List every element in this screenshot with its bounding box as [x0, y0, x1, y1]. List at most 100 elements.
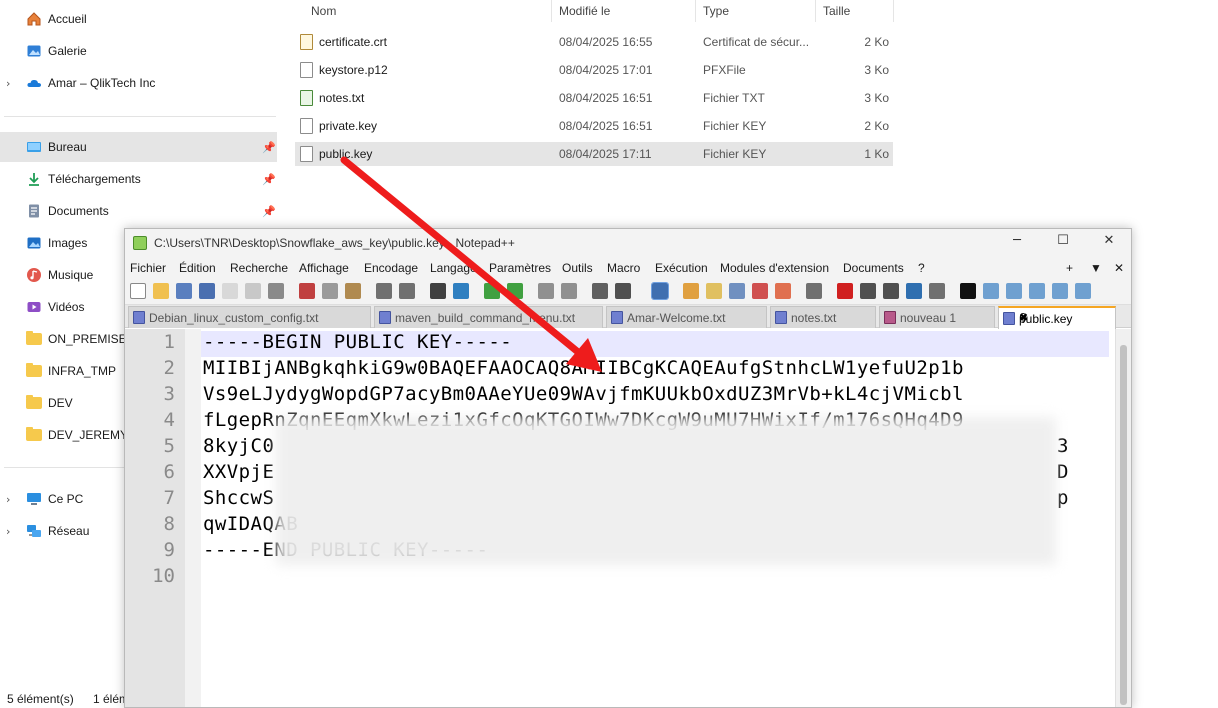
file-row[interactable]: keystore.p12 08/04/2025 17:01 PFXFile 3 … [295, 58, 893, 82]
chevron-right-icon[interactable]: › [6, 525, 10, 538]
new-document-button[interactable]: + [1066, 261, 1073, 275]
replace-icon[interactable] [453, 283, 469, 299]
code-line-tail: p [1057, 487, 1069, 509]
chevron-right-icon[interactable]: › [6, 77, 10, 90]
function-list-icon[interactable] [752, 283, 768, 299]
plugin-jc-icon[interactable] [1006, 283, 1022, 299]
file-row[interactable]: private.key 08/04/2025 16:51 Fichier KEY… [295, 114, 893, 138]
file-name: keystore.p12 [319, 63, 388, 77]
sidebar-item-documents[interactable]: Documents 📌 [0, 196, 277, 226]
column-header-size[interactable]: Taille [823, 4, 850, 18]
new-file-icon[interactable] [130, 283, 146, 299]
sync-vertical-icon[interactable] [538, 283, 554, 299]
close-tab-icon[interactable]: ✖ [1019, 311, 1109, 324]
close-file-icon[interactable] [222, 283, 238, 299]
sidebar-item-telechargements[interactable]: Téléchargements 📌 [0, 164, 277, 194]
saved-file-icon [1003, 312, 1015, 325]
tab-maven-build[interactable]: maven_build_command_menu.txt [374, 306, 603, 328]
find-icon[interactable] [430, 283, 446, 299]
copy-icon[interactable] [322, 283, 338, 299]
record-macro-icon[interactable] [837, 283, 853, 299]
menu-fichier[interactable]: Fichier [130, 261, 166, 275]
sidebar-item-bureau[interactable]: Bureau 📌 [0, 132, 277, 162]
close-button[interactable]: ✕ [1094, 233, 1124, 253]
plugin-jpf-icon[interactable] [1029, 283, 1045, 299]
paste-icon[interactable] [345, 283, 361, 299]
sidebar-item-onedrive[interactable]: › Amar – QlikTech Inc [0, 68, 277, 98]
file-row-selected[interactable]: public.key 08/04/2025 17:11 Fichier KEY … [295, 142, 893, 166]
vertical-scrollbar[interactable] [1115, 329, 1131, 707]
maximize-button[interactable]: ☐ [1048, 233, 1078, 253]
tab-notes[interactable]: notes.txt [770, 306, 876, 328]
save-icon[interactable] [176, 283, 192, 299]
file-size: 3 Ko [864, 91, 889, 105]
column-divider[interactable] [695, 0, 696, 22]
show-all-characters-icon[interactable] [615, 283, 631, 299]
menu-macro[interactable]: Macro [607, 261, 640, 275]
run-macro-multiple-icon[interactable] [906, 283, 922, 299]
tab-public-key[interactable]: public.key ⚲ ✖ [998, 306, 1116, 329]
tab-amar-welcome[interactable]: Amar-Welcome.txt [606, 306, 767, 328]
document-list-icon[interactable] [729, 283, 745, 299]
column-header-name[interactable]: Nom [311, 4, 336, 18]
menu-documents[interactable]: Documents [843, 261, 904, 275]
pin-icon[interactable]: 📌 [262, 205, 276, 218]
open-file-icon[interactable] [153, 283, 169, 299]
column-divider[interactable] [815, 0, 816, 22]
sidebar-item-accueil[interactable]: Accueil [0, 4, 277, 34]
zoom-in-icon[interactable] [484, 283, 500, 299]
menu-recherche[interactable]: Recherche [230, 261, 288, 275]
close-document-button[interactable]: ✕ [1114, 261, 1124, 275]
menu-encodage[interactable]: Encodage [364, 261, 418, 275]
menu-edition[interactable]: Édition [179, 261, 216, 275]
menu-help[interactable]: ? [918, 261, 925, 275]
undo-icon[interactable] [376, 283, 392, 299]
pin-icon[interactable]: 📌 [262, 173, 276, 186]
folder-as-workspace-icon[interactable] [775, 283, 791, 299]
folder-icon [26, 363, 42, 379]
column-divider[interactable] [893, 0, 894, 22]
save-all-icon[interactable] [199, 283, 215, 299]
monitoring-icon[interactable] [806, 283, 822, 299]
fold-margin [185, 329, 201, 707]
document-map-icon[interactable] [706, 283, 722, 299]
indent-guide-icon[interactable] [651, 282, 669, 300]
file-date: 08/04/2025 16:51 [559, 119, 653, 133]
plugin-icon[interactable] [983, 283, 999, 299]
column-header-date[interactable]: Modifié le [559, 4, 610, 18]
chevron-right-icon[interactable]: › [6, 493, 10, 506]
scrollbar-thumb[interactable] [1120, 345, 1127, 705]
playback-icon[interactable] [883, 283, 899, 299]
sync-horizontal-icon[interactable] [561, 283, 577, 299]
word-wrap-icon[interactable] [592, 283, 608, 299]
sidebar-item-label: Images [48, 236, 88, 250]
print-icon[interactable] [268, 283, 284, 299]
zoom-out-icon[interactable] [507, 283, 523, 299]
plugin-json-icon[interactable] [1075, 283, 1091, 299]
column-header-type[interactable]: Type [703, 4, 729, 18]
plugin-j-icon[interactable] [960, 283, 976, 299]
tab-debian-linux-config[interactable]: Debian_linux_custom_config.txt [128, 306, 371, 328]
list-documents-button[interactable]: ▼ [1090, 261, 1102, 275]
stop-recording-icon[interactable] [860, 283, 876, 299]
plugin-path-icon[interactable] [1052, 283, 1068, 299]
redo-icon[interactable] [399, 283, 415, 299]
file-row[interactable]: certificate.crt 08/04/2025 16:55 Certifi… [295, 30, 893, 54]
menu-execution[interactable]: Exécution [655, 261, 708, 275]
menu-langage[interactable]: Langage [430, 261, 477, 275]
define-language-icon[interactable] [683, 283, 699, 299]
cut-icon[interactable] [299, 283, 315, 299]
tab-nouveau-1[interactable]: nouveau 1 [879, 306, 995, 328]
file-row[interactable]: notes.txt 08/04/2025 16:51 Fichier TXT 3… [295, 86, 893, 110]
menu-affichage[interactable]: Affichage [299, 261, 349, 275]
close-all-icon[interactable] [245, 283, 261, 299]
minimize-button[interactable]: ─ [1002, 233, 1032, 253]
menu-parametres[interactable]: Paramètres [489, 261, 551, 275]
pin-icon[interactable]: 📌 [262, 141, 276, 154]
menu-modules[interactable]: Modules d'extension [720, 261, 829, 275]
column-divider[interactable] [551, 0, 552, 22]
sidebar-item-galerie[interactable]: Galerie [0, 36, 277, 66]
save-macro-icon[interactable] [929, 283, 945, 299]
menu-outils[interactable]: Outils [562, 261, 593, 275]
title-bar[interactable]: C:\Users\TNR\Desktop\Snowflake_aws_key\p… [125, 229, 1131, 257]
